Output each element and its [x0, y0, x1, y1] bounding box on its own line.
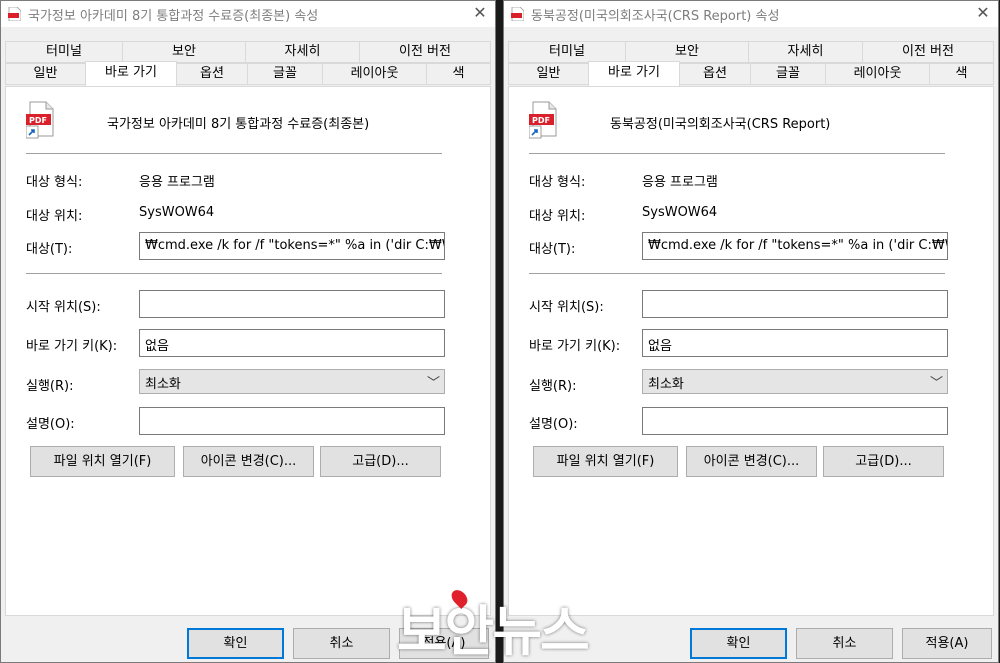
divider	[26, 273, 442, 274]
target-type-label: 대상 형식:	[26, 175, 83, 190]
shortcut-panel: PDF 동북공정(미국의회조사국(CRS Report) 대상 형식: 응용 프…	[508, 86, 994, 616]
ok-button[interactable]: 확인	[187, 628, 284, 659]
pdf-shortcut-icon: PDF	[26, 101, 54, 139]
advanced-button[interactable]: 고급(D)...	[823, 446, 944, 477]
tab-terminal[interactable]: 터미널	[508, 41, 626, 63]
divider	[529, 273, 945, 274]
pdf-shortcut-icon: PDF	[529, 101, 557, 139]
pdf-file-icon	[8, 7, 21, 21]
tab-security[interactable]: 보안	[122, 41, 246, 63]
close-button[interactable]: ✕	[465, 1, 495, 27]
apply-button[interactable]: 적용(A)	[902, 628, 992, 659]
shortcut-panel: PDF 국가정보 아카데미 8기 통합과정 수료증(최종본) 대상 형식: 응용…	[5, 86, 491, 616]
open-file-location-button[interactable]: 파일 위치 열기(F)	[30, 446, 175, 477]
target-input[interactable]: ₩cmd.exe /k for /f "tokens=*" %a in ('di…	[642, 232, 948, 260]
tab-layout[interactable]: 레이아웃	[322, 63, 427, 85]
target-type-value: 응용 프로그램	[139, 175, 215, 190]
run-select[interactable]: 최소화 ﹀	[642, 369, 948, 394]
tab-colors[interactable]: 색	[426, 63, 491, 85]
run-select[interactable]: 최소화 ﹀	[139, 369, 445, 394]
target-location-value: SysWOW64	[139, 205, 215, 220]
tab-general[interactable]: 일반	[508, 63, 589, 85]
title-bar[interactable]: 국가정보 아카데미 8기 통합과정 수료증(최종본) 속성 ✕	[1, 1, 495, 27]
change-icon-button[interactable]: 아이콘 변경(C)...	[183, 446, 314, 477]
shortcut-key-input[interactable]: 없음	[642, 329, 948, 357]
target-label: 대상(T):	[26, 242, 73, 257]
advanced-button[interactable]: 고급(D)...	[320, 446, 441, 477]
target-input[interactable]: ₩cmd.exe /k for /f "tokens=*" %a in ('di…	[139, 232, 445, 260]
run-select-value: 최소화	[648, 377, 684, 392]
properties-dialog-right: 동북공정(미국의회조사국(CRS Report) 속성 ✕ 터미널 보안 자세히…	[503, 0, 999, 663]
target-location-label: 대상 위치:	[529, 209, 586, 224]
tab-security[interactable]: 보안	[625, 41, 749, 63]
start-in-label: 시작 위치(S):	[26, 300, 101, 315]
tab-terminal[interactable]: 터미널	[5, 41, 123, 63]
shortcut-key-label: 바로 가기 키(K):	[26, 339, 118, 354]
tab-shortcut[interactable]: 바로 가기	[588, 61, 680, 86]
target-type-value: 응용 프로그램	[642, 175, 718, 190]
tab-details[interactable]: 자세히	[245, 41, 360, 63]
file-name: 국가정보 아카데미 8기 통합과정 수료증(최종본)	[107, 117, 370, 132]
tab-font[interactable]: 글꼴	[247, 63, 323, 85]
open-file-location-button[interactable]: 파일 위치 열기(F)	[533, 446, 678, 477]
watermark: 보안뉴스	[397, 600, 590, 663]
tab-colors[interactable]: 색	[929, 63, 994, 85]
chevron-down-icon: ﹀	[426, 376, 440, 391]
cancel-button[interactable]: 취소	[796, 628, 893, 659]
divider	[529, 153, 945, 154]
tab-font[interactable]: 글꼴	[750, 63, 826, 85]
tab-previous-versions[interactable]: 이전 버전	[359, 41, 491, 63]
cancel-button[interactable]: 취소	[293, 628, 390, 659]
comment-label: 설명(O):	[529, 417, 578, 432]
target-location-label: 대상 위치:	[26, 209, 83, 224]
tab-options[interactable]: 옵션	[176, 63, 248, 85]
comment-input[interactable]	[642, 407, 948, 435]
run-label: 실행(R):	[529, 379, 577, 394]
change-icon-button[interactable]: 아이콘 변경(C)...	[686, 446, 817, 477]
tab-shortcut[interactable]: 바로 가기	[85, 61, 177, 86]
shortcut-key-input[interactable]: 없음	[139, 329, 445, 357]
properties-dialog-left: 국가정보 아카데미 8기 통합과정 수료증(최종본) 속성 ✕ 터미널 보안 자…	[0, 0, 496, 663]
target-label: 대상(T):	[529, 242, 576, 257]
divider	[26, 153, 442, 154]
shortcut-key-label: 바로 가기 키(K):	[529, 339, 621, 354]
ok-button[interactable]: 확인	[690, 628, 787, 659]
file-name: 동북공정(미국의회조사국(CRS Report)	[610, 117, 831, 132]
target-type-label: 대상 형식:	[529, 175, 586, 190]
tab-options[interactable]: 옵션	[679, 63, 751, 85]
start-in-label: 시작 위치(S):	[529, 300, 604, 315]
start-in-input[interactable]	[642, 290, 948, 318]
pdf-file-icon	[511, 7, 524, 21]
pdf-badge-text: PDF	[532, 116, 550, 125]
tab-previous-versions[interactable]: 이전 버전	[862, 41, 994, 63]
start-in-input[interactable]	[139, 290, 445, 318]
run-select-value: 최소화	[145, 377, 181, 392]
pdf-badge-text: PDF	[29, 116, 47, 125]
window-title: 국가정보 아카데미 8기 통합과정 수료증(최종본) 속성	[28, 9, 319, 24]
tab-details[interactable]: 자세히	[748, 41, 863, 63]
tab-layout[interactable]: 레이아웃	[825, 63, 930, 85]
title-bar[interactable]: 동북공정(미국의회조사국(CRS Report) 속성 ✕	[504, 1, 998, 27]
window-title: 동북공정(미국의회조사국(CRS Report) 속성	[531, 9, 780, 24]
comment-label: 설명(O):	[26, 417, 75, 432]
close-button[interactable]: ✕	[968, 1, 998, 27]
comment-input[interactable]	[139, 407, 445, 435]
run-label: 실행(R):	[26, 379, 74, 394]
chevron-down-icon: ﹀	[929, 376, 943, 391]
tab-general[interactable]: 일반	[5, 63, 86, 85]
target-location-value: SysWOW64	[642, 205, 718, 220]
